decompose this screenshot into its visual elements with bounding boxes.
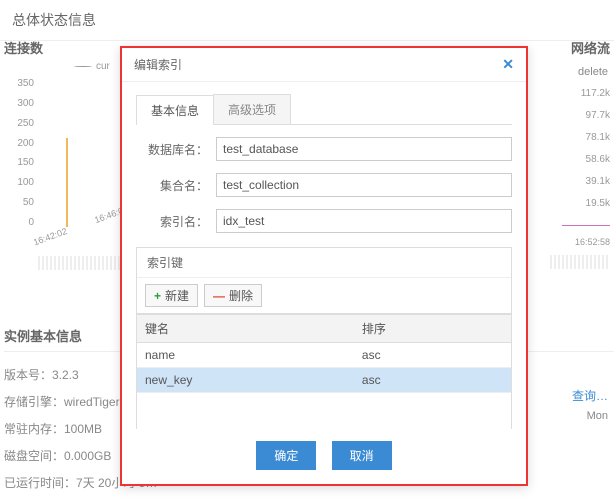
table-row[interactable]: new_keyasc [137, 368, 511, 393]
new-key-button[interactable]: +新建 [145, 284, 198, 307]
col-key-name: 键名 [137, 315, 354, 343]
label-index: 索引名： [136, 213, 216, 230]
ok-button[interactable]: 确定 [256, 441, 316, 470]
keys-table: 键名 排序 nameasc new_keyasc [137, 314, 511, 393]
delete-key-button[interactable]: —删除 [204, 284, 262, 307]
edit-index-dialog: 编辑索引 ✕ 基本信息 高级选项 数据库名： 集合名： 索引名： 索引键 [120, 46, 528, 486]
keys-heading: 索引键 [137, 248, 511, 278]
label-collection: 集合名： [136, 177, 216, 194]
label-database: 数据库名： [136, 141, 216, 158]
cancel-button[interactable]: 取消 [332, 441, 392, 470]
minus-icon: — [213, 289, 225, 303]
plus-icon: + [154, 289, 161, 303]
close-icon[interactable]: ✕ [502, 56, 514, 73]
dialog-title: 编辑索引 [134, 56, 182, 73]
dialog-tabs: 基本信息 高级选项 [136, 94, 512, 125]
modal-overlay: 编辑索引 ✕ 基本信息 高级选项 数据库名： 集合名： 索引名： 索引键 [0, 0, 614, 500]
database-input[interactable] [216, 137, 512, 161]
col-order: 排序 [354, 315, 511, 343]
tab-advanced[interactable]: 高级选项 [213, 94, 291, 124]
collection-input[interactable] [216, 173, 512, 197]
tab-basic[interactable]: 基本信息 [136, 95, 214, 125]
table-row[interactable]: nameasc [137, 343, 511, 368]
index-name-input[interactable] [216, 209, 512, 233]
